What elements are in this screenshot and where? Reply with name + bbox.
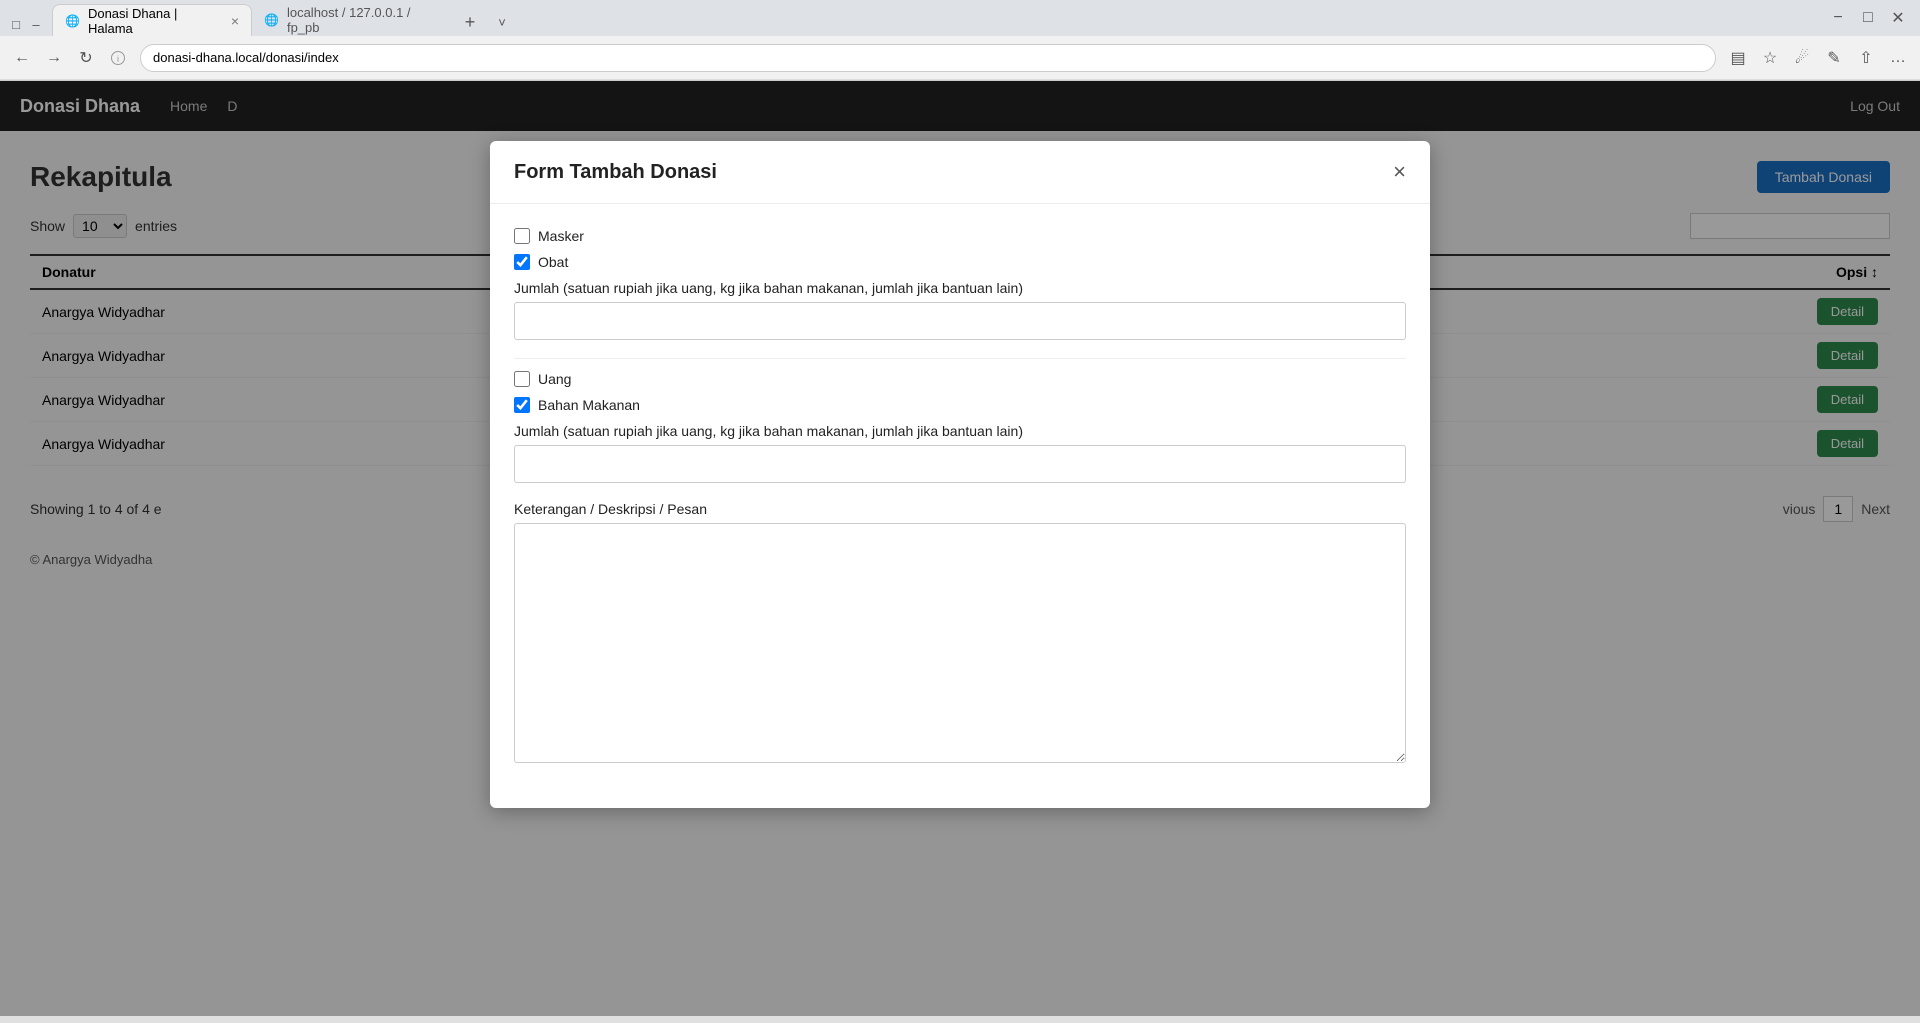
jumlah-label-1: Jumlah (satuan rupiah jika uang, kg jika… bbox=[514, 280, 1406, 296]
bahan-makanan-label: Bahan Makanan bbox=[538, 397, 640, 413]
tab-favicon-2: 🌐 bbox=[264, 13, 279, 27]
jumlah-label-2: Jumlah (satuan rupiah jika uang, kg jika… bbox=[514, 423, 1406, 439]
restore-window-icon[interactable]: □ bbox=[1854, 4, 1882, 32]
tab-inactive[interactable]: 🌐 localhost / 127.0.0.1 / fp_pb bbox=[252, 4, 452, 36]
reload-button[interactable]: ↻ bbox=[72, 44, 100, 72]
modal-close-button[interactable]: × bbox=[1393, 159, 1406, 185]
restore-icon[interactable]: □ bbox=[8, 16, 24, 32]
bookmark-icon[interactable]: ☆ bbox=[1756, 44, 1784, 72]
modal-body: Masker Obat Jumlah (satuan rupiah jika u… bbox=[490, 204, 1430, 808]
tab-active[interactable]: 🌐 Donasi Dhana | Halama × bbox=[52, 4, 252, 36]
reader-view-icon[interactable]: ▤ bbox=[1724, 44, 1752, 72]
pen-icon[interactable]: ✎ bbox=[1820, 44, 1848, 72]
keterangan-label: Keterangan / Deskripsi / Pesan bbox=[514, 501, 1406, 517]
secure-icon: i bbox=[108, 48, 128, 68]
tab-close-1[interactable]: × bbox=[231, 13, 239, 29]
keterangan-group: Keterangan / Deskripsi / Pesan bbox=[514, 501, 1406, 766]
obat-label: Obat bbox=[538, 254, 568, 270]
share-icon[interactable]: ⇧ bbox=[1852, 44, 1880, 72]
modal-dialog: Form Tambah Donasi × Masker Obat Jumlah … bbox=[490, 141, 1430, 808]
tab-dropdown-button[interactable]: ˅ bbox=[488, 8, 516, 36]
new-tab-button[interactable]: + bbox=[456, 8, 484, 36]
jumlah-group-2: Jumlah (satuan rupiah jika uang, kg jika… bbox=[514, 423, 1406, 483]
keterangan-textarea[interactable] bbox=[514, 523, 1406, 763]
masker-checkbox[interactable] bbox=[514, 228, 530, 244]
minimize-icon[interactable]: – bbox=[28, 16, 44, 32]
masker-label: Masker bbox=[538, 228, 584, 244]
tab-label-1: Donasi Dhana | Halama bbox=[88, 6, 219, 36]
jumlah-input-2[interactable] bbox=[514, 445, 1406, 483]
masker-checkbox-row: Masker bbox=[514, 228, 1406, 244]
uang-checkbox[interactable] bbox=[514, 371, 530, 387]
obat-checkbox[interactable] bbox=[514, 254, 530, 270]
tab-favicon-1: 🌐 bbox=[65, 14, 80, 28]
svg-text:i: i bbox=[117, 54, 119, 64]
back-button[interactable]: ← bbox=[8, 44, 36, 72]
address-bar[interactable] bbox=[140, 44, 1716, 72]
jumlah-group-1: Jumlah (satuan rupiah jika uang, kg jika… bbox=[514, 280, 1406, 340]
tab-label-2: localhost / 127.0.0.1 / fp_pb bbox=[287, 5, 440, 35]
uang-label: Uang bbox=[538, 371, 571, 387]
close-window-icon[interactable]: ✕ bbox=[1884, 4, 1912, 32]
bahan-makanan-checkbox[interactable] bbox=[514, 397, 530, 413]
obat-checkbox-row: Obat bbox=[514, 254, 1406, 270]
collections-icon[interactable]: ☄ bbox=[1788, 44, 1816, 72]
divider-1 bbox=[514, 358, 1406, 359]
uang-checkbox-row: Uang bbox=[514, 371, 1406, 387]
modal-title: Form Tambah Donasi bbox=[514, 161, 717, 184]
modal-header: Form Tambah Donasi × bbox=[490, 141, 1430, 204]
minimize-window-icon[interactable]: − bbox=[1824, 4, 1852, 32]
modal-overlay[interactable]: Form Tambah Donasi × Masker Obat Jumlah … bbox=[0, 81, 1920, 1016]
bahan-makanan-checkbox-row: Bahan Makanan bbox=[514, 397, 1406, 413]
forward-button[interactable]: → bbox=[40, 44, 68, 72]
more-icon[interactable]: … bbox=[1884, 44, 1912, 72]
jumlah-input-1[interactable] bbox=[514, 302, 1406, 340]
